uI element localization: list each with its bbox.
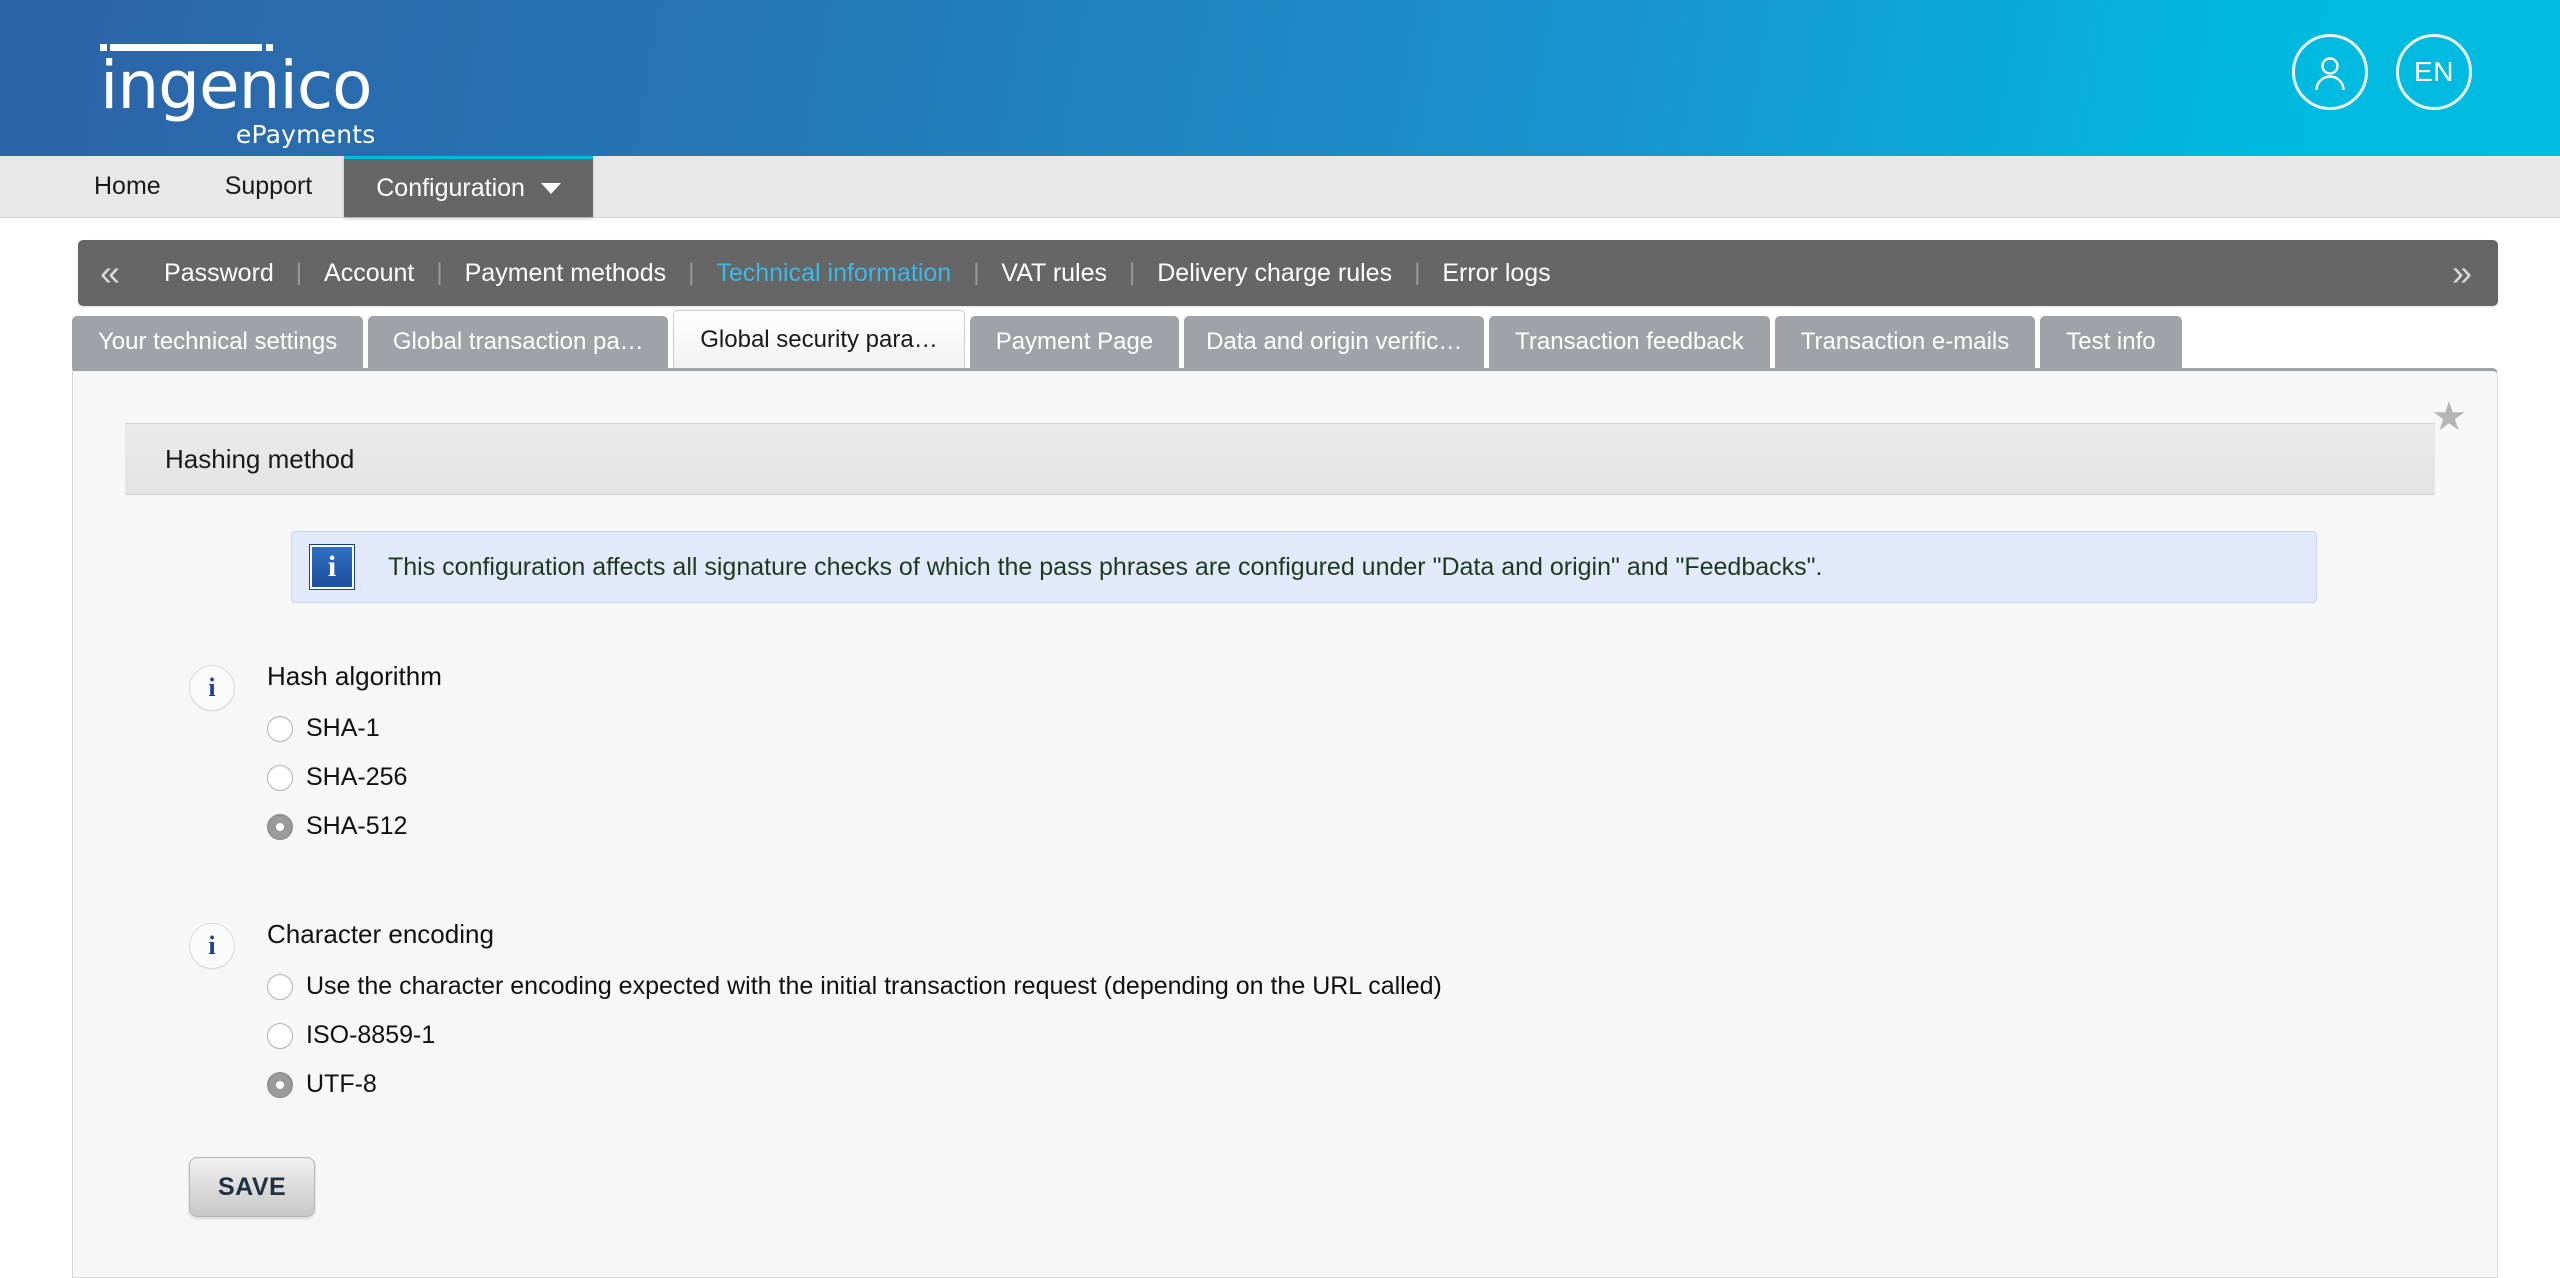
info-circle-icon[interactable]: i xyxy=(189,923,235,969)
tab-label: Transaction e-mails xyxy=(1800,328,2010,355)
tab-payment-page[interactable]: Payment Page xyxy=(969,316,1180,368)
radio-option-sha-256[interactable]: SHA-256 xyxy=(267,763,442,792)
menu-item-configuration-label: Configuration xyxy=(376,173,525,202)
radio-option-iso-8859-1[interactable]: ISO-8859-1 xyxy=(267,1021,1442,1050)
tab-global-transaction-parameters[interactable]: Global transaction pa… xyxy=(368,316,669,368)
subnav-item-password[interactable]: Password xyxy=(142,259,296,288)
tab-label: Data and origin verific… xyxy=(1206,328,1463,355)
subnav-item-vat-rules[interactable]: VAT rules xyxy=(979,259,1129,288)
menu-item-support[interactable]: Support xyxy=(193,156,345,217)
subnav-item-account[interactable]: Account xyxy=(302,259,436,288)
subnav-item-payment-methods[interactable]: Payment methods xyxy=(443,259,689,288)
form-group-character-encoding: i Character encoding Use the character e… xyxy=(73,919,2497,1119)
form-group-hash-algorithm: i Hash algorithm SHA-1 SHA-256 SHA-512 xyxy=(73,661,2497,861)
radio-label: UTF-8 xyxy=(306,1070,377,1098)
header-actions: EN xyxy=(2292,34,2472,110)
radio-button-selected[interactable] xyxy=(267,1071,293,1098)
info-banner: i This configuration affects all signatu… xyxy=(291,531,2317,603)
radio-button-selected[interactable] xyxy=(267,813,293,840)
chevron-down-icon xyxy=(540,182,561,194)
subnav-item-error-logs[interactable]: Error logs xyxy=(1420,259,1572,288)
tab-label: Transaction feedback xyxy=(1515,328,1744,355)
radio-option-initial-request-encoding[interactable]: Use the character encoding expected with… xyxy=(267,972,1442,1001)
tab-label: Test info xyxy=(2066,328,2156,355)
field-label-character-encoding: Character encoding xyxy=(267,919,494,949)
tab-test-info[interactable]: Test info xyxy=(2040,316,2182,368)
tab-transaction-feedback[interactable]: Transaction feedback xyxy=(1489,316,1770,368)
tab-label: Global transaction pa… xyxy=(392,328,644,355)
radio-option-sha-512[interactable]: SHA-512 xyxy=(267,812,442,841)
menu-item-home-label: Home xyxy=(94,172,161,200)
menu-item-configuration[interactable]: Configuration xyxy=(344,156,593,217)
radio-option-utf-8[interactable]: UTF-8 xyxy=(267,1070,1442,1099)
radio-label: Use the character encoding expected with… xyxy=(306,972,1442,1000)
form-group-body: Hash algorithm SHA-1 SHA-256 SHA-512 xyxy=(267,661,442,861)
radio-button[interactable] xyxy=(267,764,293,791)
subnav-item-delivery-charge-rules[interactable]: Delivery charge rules xyxy=(1135,259,1414,288)
content-panel: ★ Hashing method i This configuration af… xyxy=(72,368,2498,1278)
subnav-item-technical-information[interactable]: Technical information xyxy=(694,259,973,288)
subnav-items: Password | Account | Payment methods | T… xyxy=(142,259,1573,288)
radio-button[interactable] xyxy=(267,1022,293,1049)
tab-label: Your technical settings xyxy=(98,328,338,355)
tab-your-technical-settings[interactable]: Your technical settings xyxy=(72,316,364,368)
tab-global-security-parameters[interactable]: Global security para… xyxy=(673,310,965,368)
tab-data-and-origin-verification[interactable]: Data and origin verific… xyxy=(1184,316,1485,368)
section-header-hashing-method: Hashing method xyxy=(125,423,2435,495)
user-account-button[interactable] xyxy=(2292,34,2368,110)
save-row: SAVE xyxy=(73,1119,2497,1277)
menu-item-home[interactable]: Home xyxy=(62,156,193,217)
radio-label: SHA-512 xyxy=(306,812,408,840)
radio-label: SHA-1 xyxy=(306,714,380,742)
main-menu-bar: Home Support Configuration xyxy=(0,156,2560,218)
language-selector-button[interactable]: EN xyxy=(2396,34,2472,110)
user-avatar-icon xyxy=(2315,57,2345,91)
logo-subtitle: ePayments xyxy=(235,120,376,149)
radio-label: SHA-256 xyxy=(306,763,408,791)
radio-button[interactable] xyxy=(267,715,293,742)
info-banner-text: This configuration affects all signature… xyxy=(388,552,1823,581)
form-group-body: Character encoding Use the character enc… xyxy=(267,919,1442,1119)
tab-bar: Your technical settings Global transacti… xyxy=(0,306,2560,368)
brand-logo[interactable]: ingenico ePayments xyxy=(100,36,375,149)
logo-dot-left xyxy=(100,44,107,51)
section-title: Hashing method xyxy=(165,443,355,474)
star-icon[interactable]: ★ xyxy=(2431,397,2467,437)
subnav-container: « Password | Account | Payment methods |… xyxy=(0,218,2560,306)
language-label: EN xyxy=(2414,56,2454,87)
app-header: ingenico ePayments EN xyxy=(0,0,2560,156)
field-label-hash-algorithm: Hash algorithm xyxy=(267,661,442,691)
logo-dot-right xyxy=(266,44,273,51)
info-square-icon: i xyxy=(310,545,354,589)
subnav-next-icon[interactable]: » xyxy=(2430,255,2498,291)
tab-label: Global security para… xyxy=(700,325,938,353)
subnav-bar: « Password | Account | Payment methods |… xyxy=(78,240,2498,306)
radio-label: ISO-8859-1 xyxy=(306,1021,436,1049)
save-button[interactable]: SAVE xyxy=(189,1157,316,1217)
logo-overbar xyxy=(110,44,262,51)
radio-option-sha-1[interactable]: SHA-1 xyxy=(267,714,442,743)
radio-button[interactable] xyxy=(267,973,293,1000)
tab-label: Payment Page xyxy=(995,328,1154,355)
subnav-prev-icon[interactable]: « xyxy=(78,255,142,291)
menu-item-support-label: Support xyxy=(224,172,313,200)
tab-transaction-emails[interactable]: Transaction e-mails xyxy=(1774,316,2036,368)
info-circle-icon[interactable]: i xyxy=(189,665,235,711)
